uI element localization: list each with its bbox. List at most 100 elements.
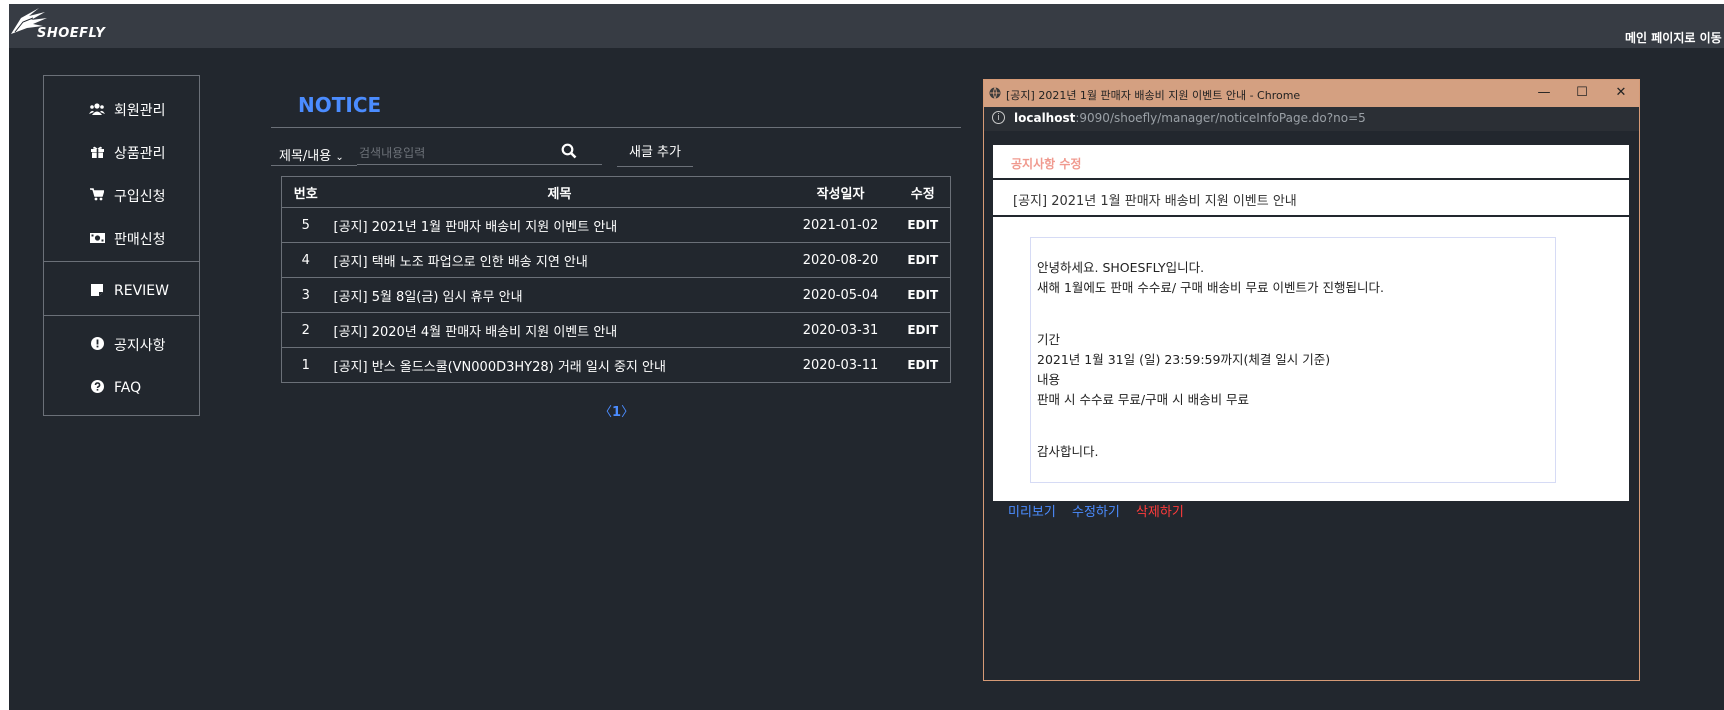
maximize-icon[interactable]: ☐	[1572, 83, 1592, 103]
row-no: 4	[281, 242, 330, 278]
delete-button[interactable]: 삭제하기	[1136, 505, 1184, 520]
row-title-link[interactable]: [공지] 택배 노조 파업으로 인한 배송 지연 안내	[329, 242, 786, 278]
sidebar-item-purchase[interactable]: 구입신청	[44, 181, 199, 211]
content-line: 안녕하세요. SHOESFLY입니다.	[1037, 260, 1205, 275]
header-date: 작성일자	[785, 176, 896, 208]
url-host: localhost	[1014, 111, 1076, 125]
sidebar: 회원관리 상품관리 구입신청 판매신청 REVIEW 공지사항 FAQ	[43, 75, 200, 416]
notice-table: 번호 제목 작성일자 수정 5 [공지] 2021년 1월 판매자 배송비 지원…	[281, 176, 951, 383]
sidebar-item-members[interactable]: 회원관리	[44, 95, 199, 125]
table-row[interactable]: 2 [공지] 2020년 4월 판매자 배송비 지원 이벤트 안내 2020-0…	[281, 312, 951, 348]
header-no: 번호	[281, 176, 330, 208]
edit-button[interactable]: EDIT	[895, 312, 951, 348]
sidebar-item-faq[interactable]: FAQ	[44, 373, 199, 403]
minimize-icon[interactable]: —	[1534, 83, 1554, 103]
next-page-button[interactable]: 〉	[621, 405, 634, 420]
header-title: 제목	[329, 176, 786, 208]
app-frame: SHOEFLY 메인 페이지로 이동 회원관리 상품관리 구입신청 판매신청 R…	[9, 4, 1724, 710]
search-type-select[interactable]: 제목/내용 ⌄	[279, 145, 344, 164]
prev-page-button[interactable]: 〈	[599, 405, 612, 420]
table-row[interactable]: 5 [공지] 2021년 1월 판매자 배송비 지원 이벤트 안내 2021-0…	[281, 207, 951, 243]
sidebar-item-label: 공지사항	[114, 338, 166, 354]
content-line: 감사합니다.	[1037, 444, 1099, 459]
table-row[interactable]: 4 [공지] 택배 노조 파업으로 인한 배송 지연 안내 2020-08-20…	[281, 242, 951, 278]
content-line: 기간	[1037, 332, 1061, 347]
url-text: localhost:9090/shoefly/manager/noticeInf…	[1014, 111, 1366, 125]
edit-button[interactable]: EDIT	[895, 207, 951, 243]
close-icon[interactable]: ✕	[1611, 83, 1631, 103]
table-header-row: 번호 제목 작성일자 수정	[281, 176, 951, 208]
sidebar-item-notice[interactable]: 공지사항	[44, 330, 199, 360]
popup-actions: 미리보기 수정하기 삭제하기	[1008, 501, 1196, 520]
search-icon[interactable]	[561, 143, 579, 161]
users-icon	[86, 102, 108, 118]
content-line: 2021년 1월 31일 (일) 23:59:59까지(체결 일시 기준)	[1037, 352, 1331, 367]
row-title-link[interactable]: [공지] 5월 8일(금) 임시 휴무 안내	[329, 277, 786, 313]
content-spacer	[1037, 298, 1555, 330]
content-line: 내용	[1037, 372, 1061, 387]
search-type-value: 제목/내용	[279, 149, 332, 164]
sidebar-item-label: REVIEW	[114, 283, 169, 299]
header-edit: 수정	[895, 176, 951, 208]
page-number-current[interactable]: 1	[612, 405, 621, 420]
edit-heading-bar: 공지사항 수정	[993, 145, 1629, 180]
edit-heading: 공지사항 수정	[1011, 157, 1082, 171]
row-title-link[interactable]: [공지] 2020년 4월 판매자 배송비 지원 이벤트 안내	[329, 312, 786, 348]
gift-icon	[86, 146, 108, 161]
top-navbar: SHOEFLY 메인 페이지로 이동	[9, 4, 1724, 48]
row-no: 1	[281, 347, 330, 383]
add-notice-button[interactable]: 새글 추가	[617, 141, 693, 167]
edit-button[interactable]: EDIT	[895, 242, 951, 278]
row-title-link[interactable]: [공지] 2021년 1월 판매자 배송비 지원 이벤트 안내	[329, 207, 786, 243]
title-divider	[271, 127, 961, 128]
sidebar-item-label: 구입신청	[114, 189, 166, 205]
sidebar-item-sell[interactable]: 판매신청	[44, 224, 199, 254]
row-date: 2020-08-20	[785, 242, 896, 278]
question-icon	[86, 380, 108, 396]
row-date: 2020-03-31	[785, 312, 896, 348]
info-icon[interactable]: i	[992, 111, 1005, 124]
notice-edit-form: 공지사항 수정 [공지] 2021년 1월 판매자 배송비 지원 이벤트 안내 …	[993, 145, 1629, 501]
logo[interactable]: SHOEFLY	[9, 6, 129, 46]
page-title: NOTICE	[298, 93, 382, 117]
url-path: :9090/shoefly/manager/noticeInfoPage.do?…	[1075, 111, 1366, 125]
preview-button[interactable]: 미리보기	[1008, 505, 1056, 520]
money-icon	[86, 232, 108, 246]
sidebar-divider	[44, 261, 199, 262]
sidebar-item-review[interactable]: REVIEW	[44, 276, 199, 306]
sidebar-item-label: 상품관리	[114, 146, 166, 162]
logo-text: SHOEFLY	[37, 26, 106, 41]
sidebar-item-products[interactable]: 상품관리	[44, 138, 199, 168]
sidebar-item-label: FAQ	[114, 380, 142, 396]
content-line: 새해 1월에도 판매 수수료/ 구매 배송비 무료 이벤트가 진행됩니다.	[1037, 280, 1384, 295]
popup-window-title: [공지] 2021년 1월 판매자 배송비 지원 이벤트 안내 - Chrome	[1006, 89, 1301, 102]
sidebar-item-label: 판매신청	[114, 232, 166, 248]
save-button[interactable]: 수정하기	[1072, 505, 1120, 520]
edit-button[interactable]: EDIT	[895, 347, 951, 383]
exclamation-icon	[86, 337, 108, 353]
title-field[interactable]: [공지] 2021년 1월 판매자 배송비 지원 이벤트 안내	[993, 180, 1629, 217]
row-no: 2	[281, 312, 330, 348]
popup-titlebar[interactable]: [공지] 2021년 1월 판매자 배송비 지원 이벤트 안내 - Chrome…	[984, 80, 1639, 107]
pagination: 〈1〉	[599, 401, 634, 420]
popup-address-bar[interactable]: i localhost:9090/shoefly/manager/noticeI…	[984, 107, 1639, 131]
row-date: 2020-05-04	[785, 277, 896, 313]
edit-button[interactable]: EDIT	[895, 277, 951, 313]
select-underline	[271, 165, 357, 166]
content-spacer	[1037, 410, 1555, 442]
content-line: 판매 시 수수료 무료/구매 시 배송비 무료	[1037, 392, 1250, 407]
table-row[interactable]: 1 [공지] 반스 올드스쿨(VN000D3HY28) 거래 일시 중지 안내 …	[281, 347, 951, 383]
cart-icon	[86, 188, 108, 204]
row-date: 2021-01-02	[785, 207, 896, 243]
globe-icon	[989, 87, 1001, 99]
sidebar-divider	[44, 315, 199, 316]
row-title-link[interactable]: [공지] 반스 올드스쿨(VN000D3HY28) 거래 일시 중지 안내	[329, 347, 786, 383]
sticky-note-icon	[86, 283, 108, 299]
content-editor[interactable]: 안녕하세요. SHOESFLY입니다. 새해 1월에도 판매 수수료/ 구매 배…	[1030, 237, 1556, 483]
sidebar-item-label: 회원관리	[114, 103, 166, 119]
table-row[interactable]: 3 [공지] 5월 8일(금) 임시 휴무 안내 2020-05-04 EDIT	[281, 277, 951, 313]
row-no: 5	[281, 207, 330, 243]
row-no: 3	[281, 277, 330, 313]
main-page-link[interactable]: 메인 페이지로 이동	[1625, 29, 1722, 46]
chevron-down-icon: ⌄	[335, 152, 344, 163]
